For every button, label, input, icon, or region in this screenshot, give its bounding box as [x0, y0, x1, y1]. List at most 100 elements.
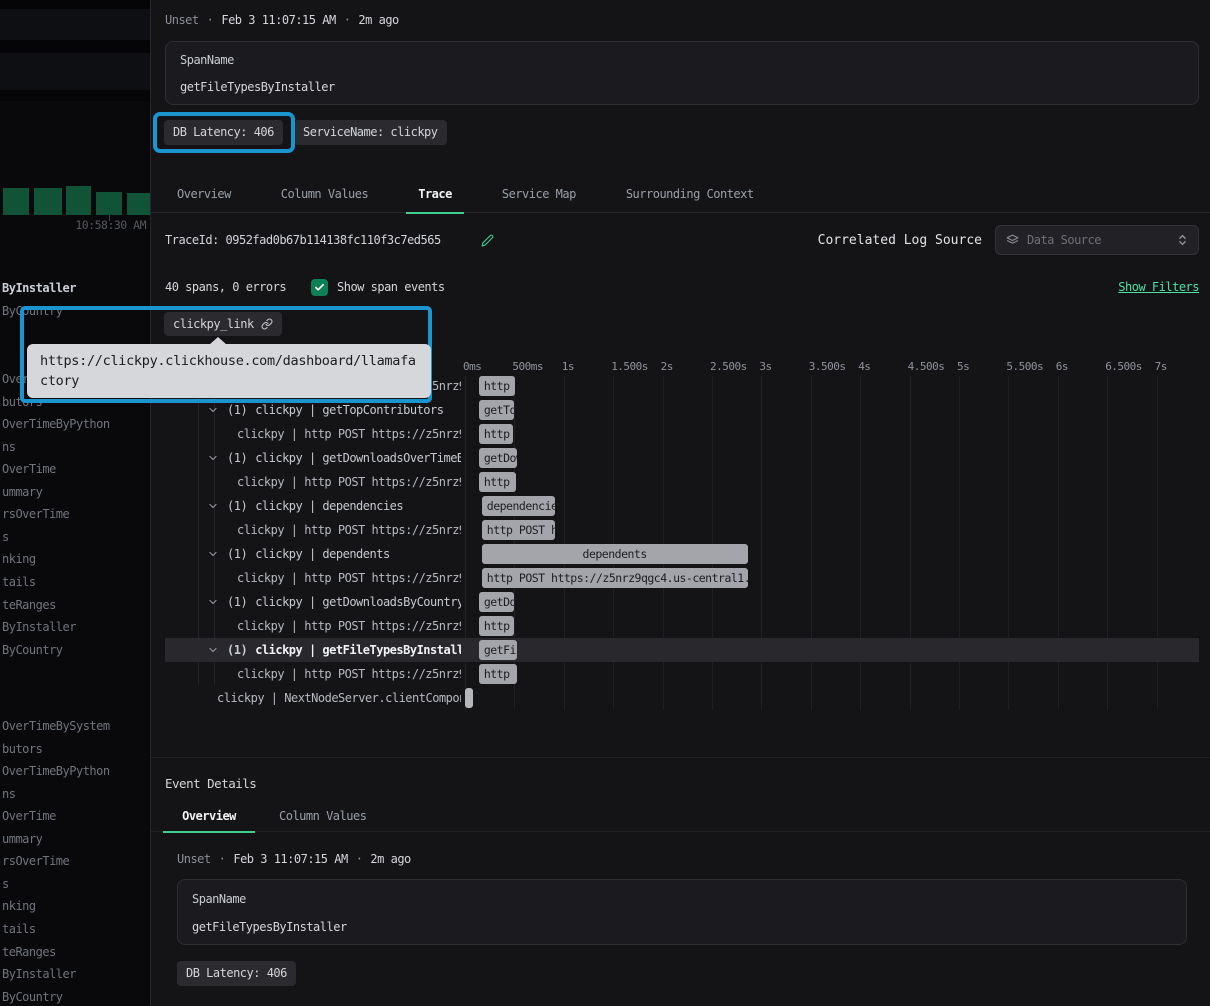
- span-duration-bar[interactable]: http POST https://z5nrz9qgc4.us-central1…: [482, 520, 555, 540]
- timeline-tick-label: 1s: [562, 360, 574, 373]
- span-name-field-value: getFileTypesByInstaller: [192, 920, 347, 934]
- active-tab-underline: [406, 212, 464, 214]
- span-duration-bar[interactable]: http POST https://z5nrz9qgc4.us-central1…: [479, 664, 517, 684]
- span-row[interactable]: (1)clickpy | dependencies dependencies: [165, 494, 1199, 518]
- background-span-item[interactable]: rsOverTime: [2, 506, 69, 522]
- background-span-item[interactable]: OverTimeBySystem: [2, 718, 110, 734]
- span-child-count: (1): [227, 590, 247, 614]
- span-row[interactable]: (1)clickpy | getTopContributorsgetTopCon…: [165, 398, 1199, 422]
- background-row-divider: [0, 0, 150, 9]
- layers-icon: [1006, 234, 1019, 247]
- edit-trace-id-icon[interactable]: [481, 234, 494, 247]
- event-details-drawer: Unset · Feb 3 11:07:15 AM · 2m ago SpanN…: [150, 0, 1210, 1006]
- relative-time-label: 2m ago: [358, 12, 398, 28]
- background-span-item[interactable]: nking: [2, 551, 36, 567]
- background-span-item[interactable]: OverTime: [2, 461, 56, 477]
- mini-chart-bar: [66, 186, 91, 215]
- tab-trace[interactable]: Trace: [406, 177, 464, 213]
- timeline-tick-label: 5s: [957, 360, 969, 373]
- event-tab-column-values[interactable]: Column Values: [255, 802, 390, 832]
- tab-overview[interactable]: Overview: [165, 177, 243, 213]
- span-duration-bar[interactable]: getDownloadsOverTimeBySystem: [479, 448, 518, 468]
- span-row[interactable]: (1)clickpy | dependentsdependents: [165, 542, 1199, 566]
- background-span-item[interactable]: teRanges: [2, 944, 56, 960]
- span-row-name: (1)clickpy | getFileTypesByInstaller: [165, 638, 461, 662]
- db-latency-badge[interactable]: DB Latency: 406: [164, 120, 283, 145]
- span-row[interactable]: clickpy | http POST https://z5nrz9qgc4.u…: [165, 614, 1199, 638]
- chevron-down-icon[interactable]: [207, 404, 221, 416]
- timeline-tick-label: 2s: [661, 360, 673, 373]
- span-name-text: clickpy | http POST https://z5nrz9qgc4.u…: [237, 662, 461, 686]
- tab-column-values[interactable]: Column Values: [269, 177, 380, 213]
- span-duration-bar[interactable]: getDownloadsByCountry: [479, 592, 514, 612]
- background-span-item[interactable]: ummary: [2, 831, 42, 847]
- span-name-field-value: getFileTypesByInstaller: [180, 80, 335, 94]
- clickpy-link-badge[interactable]: clickpy_link: [164, 312, 282, 336]
- background-span-item[interactable]: teRanges: [2, 597, 56, 613]
- show-filters-link[interactable]: Show Filters: [1118, 280, 1199, 294]
- chevron-down-icon[interactable]: [207, 596, 221, 608]
- background-span-item[interactable]: rsOverTime: [2, 853, 69, 869]
- span-row[interactable]: clickpy | NextNodeServer.clientComponent…: [165, 686, 1199, 710]
- background-span-item[interactable]: ByInstaller: [2, 280, 76, 296]
- background-span-item[interactable]: s: [2, 876, 9, 892]
- event-tab-overview[interactable]: Overview: [163, 802, 255, 832]
- background-span-item[interactable]: OverTime: [2, 808, 56, 824]
- background-span-item[interactable]: ummary: [2, 484, 42, 500]
- background-span-item[interactable]: s: [2, 529, 9, 545]
- span-duration-bar[interactable]: http POST https://z5nrz9qgc4.us-central1…: [482, 568, 748, 588]
- background-span-item[interactable]: tails: [2, 574, 36, 590]
- span-row[interactable]: clickpy | http POST https://z5nrz9qgc4.u…: [165, 470, 1199, 494]
- span-row-name: (1)clickpy | dependencies: [165, 494, 461, 518]
- span-duration-bar[interactable]: getTopContributors: [479, 400, 514, 420]
- timeline-tick-label: 0ms: [463, 360, 481, 373]
- background-span-item[interactable]: nking: [2, 898, 36, 914]
- background-span-item[interactable]: ByInstaller: [2, 966, 76, 982]
- span-duration-bar[interactable]: getFileTypesByInstaller: [479, 640, 517, 660]
- background-span-item[interactable]: tails: [2, 921, 36, 937]
- span-duration-bar[interactable]: http POST https://z5nrz9qgc4.us-central1…: [479, 376, 515, 396]
- db-latency-badge-bottom[interactable]: DB Latency: 406: [177, 961, 296, 986]
- span-duration-bar[interactable]: http POST https://z5nrz9qgc4.us-central1…: [479, 424, 514, 444]
- span-duration-bar[interactable]: http POST https://z5nrz9qgc4.us-central1…: [479, 472, 517, 492]
- tab-service-map[interactable]: Service Map: [490, 177, 588, 213]
- background-span-item[interactable]: butors: [2, 741, 42, 757]
- span-row[interactable]: (1)clickpy | getFileTypesByInstaller getF…: [165, 638, 1199, 662]
- background-span-item[interactable]: ByCountry: [2, 303, 63, 319]
- span-row[interactable]: (1)clickpy | getDownloadsByCountrygetDow…: [165, 590, 1199, 614]
- background-span-item[interactable]: ByCountry: [2, 642, 63, 658]
- span-row-name: clickpy | http POST https://z5nrz9qgc4.u…: [165, 518, 461, 542]
- span-name-text: clickpy | http POST https://z5nrz9qgc4.u…: [237, 518, 461, 542]
- span-child-count: (1): [227, 638, 247, 662]
- span-duration-bar[interactable]: dependents: [482, 544, 748, 564]
- span-duration-bar[interactable]: dependencies: [482, 496, 555, 516]
- span-row-name: clickpy | http POST https://z5nrz9qgc4.u…: [165, 662, 461, 686]
- timeline-tick-label: 4s: [858, 360, 870, 373]
- chevron-down-icon[interactable]: [207, 644, 221, 656]
- chevron-down-icon[interactable]: [207, 452, 221, 464]
- data-source-select[interactable]: Data Source: [995, 225, 1199, 255]
- service-name-badge[interactable]: ServiceName: clickpy: [294, 120, 447, 145]
- chevron-down-icon[interactable]: [207, 548, 221, 560]
- background-span-item[interactable]: ByCountry: [2, 989, 63, 1005]
- span-row-name: clickpy | http POST https://z5nrz9qgc4.u…: [165, 566, 461, 590]
- tab-surrounding-context[interactable]: Surrounding Context: [614, 177, 766, 213]
- span-row[interactable]: clickpy | http POST https://z5nrz9qgc4.u…: [165, 662, 1199, 686]
- show-span-events-checkbox[interactable]: [311, 279, 328, 296]
- background-span-item[interactable]: ns: [2, 786, 15, 802]
- timestamp-label: Feb 3 11:07:15 AM: [233, 851, 347, 867]
- span-row[interactable]: clickpy | http POST https://z5nrz9qgc4.u…: [165, 422, 1199, 446]
- span-row[interactable]: clickpy | http POST https://z5nrz9qgc4.u…: [165, 566, 1199, 590]
- chevron-down-icon[interactable]: [207, 500, 221, 512]
- span-name-field-label: SpanName: [192, 892, 246, 906]
- background-span-item[interactable]: ns: [2, 439, 15, 455]
- background-panel: 10:58:30 AM ByInstallerByCountryOverTime…: [0, 0, 150, 1006]
- background-span-item[interactable]: OverTimeByPython: [2, 763, 110, 779]
- span-duration-bar[interactable]: http POST https://z5nrz9qgc4.us-central1…: [479, 616, 514, 636]
- background-span-item[interactable]: ByInstaller: [2, 619, 76, 635]
- span-row[interactable]: clickpy | http POST https://z5nrz9qgc4.u…: [165, 518, 1199, 542]
- span-duration-bar[interactable]: [465, 688, 473, 708]
- span-row[interactable]: (1)clickpy | getDownloadsOverTimeBySyste…: [165, 446, 1199, 470]
- span-row-name: clickpy | http POST https://z5nrz9qgc4.u…: [165, 614, 461, 638]
- background-span-item[interactable]: OverTimeByPython: [2, 416, 110, 432]
